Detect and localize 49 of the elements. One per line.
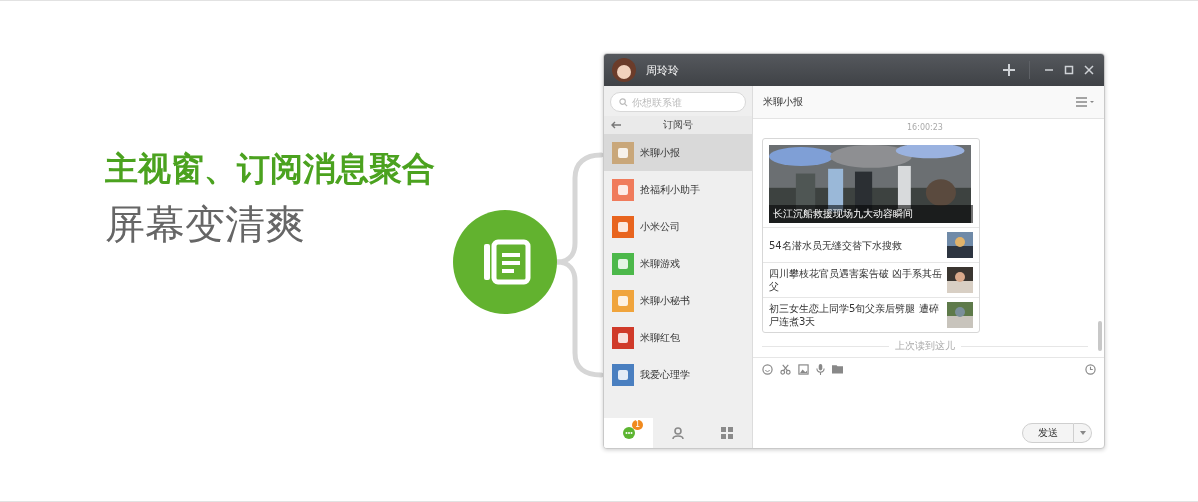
avatar-icon (612, 289, 634, 312)
microphone-icon[interactable] (816, 363, 825, 375)
chat-bubble-icon (622, 427, 635, 439)
chat-title: 米聊小报 (763, 95, 803, 109)
subscription-item[interactable]: 小米公司 (604, 208, 752, 245)
maximize-icon[interactable] (1064, 65, 1074, 75)
user-name: 周玲玲 (646, 62, 679, 78)
back-arrow-icon[interactable] (610, 121, 622, 129)
list-icon (453, 210, 557, 314)
avatar-icon (612, 252, 634, 275)
scrollbar-thumb[interactable] (1098, 321, 1102, 351)
avatar-icon[interactable] (612, 58, 636, 82)
scissors-icon[interactable] (780, 363, 791, 375)
subscription-item[interactable]: 抢福利小助手 (604, 171, 752, 208)
news-card[interactable]: 长江沉船救援现场九大动容瞬间 54名潜水员无缝交替下水搜救 四川攀枝花官员遇害案告破 凶手系其岳父 初三女生恋上同学5旬父亲后劈腿 遭碎尸连煮3天 (762, 138, 980, 333)
headline: 主视窗、订阅消息聚合 (105, 149, 436, 189)
avatar-icon (612, 141, 634, 164)
list-title: 订阅号 (662, 118, 694, 132)
subscription-item[interactable]: 米聊小秘书 (604, 282, 752, 319)
news-title[interactable]: 四川攀枝花官员遇害案告破 凶手系其岳父 (769, 267, 943, 293)
avatar-icon (612, 215, 634, 238)
subscription-item[interactable]: 我爱心理学 (604, 356, 752, 393)
news-title[interactable]: 54名潜水员无缝交替下水搜救 (769, 238, 943, 252)
menu-icon[interactable] (1076, 97, 1094, 107)
timestamp: 16:00:23 (906, 123, 944, 132)
search-field[interactable]: 你想联系谁 (610, 92, 746, 112)
grid-icon (721, 427, 734, 439)
avatar-icon (612, 178, 634, 201)
send-button[interactable]: 发送 (1022, 423, 1074, 443)
subscription-item[interactable]: 米聊游戏 (604, 245, 752, 282)
add-icon[interactable] (1003, 64, 1015, 76)
emoji-icon[interactable] (762, 363, 773, 375)
subscription-item[interactable]: 米聊小报 (604, 134, 752, 171)
clock-icon[interactable] (1085, 363, 1096, 375)
search-icon (619, 98, 628, 107)
avatar-icon (612, 363, 634, 386)
news-headline[interactable]: 长江沉船救援现场九大动容瞬间 (769, 205, 973, 223)
folder-icon[interactable] (832, 364, 843, 374)
close-icon[interactable] (1084, 65, 1094, 75)
person-icon (672, 427, 684, 439)
caret-icon (1079, 431, 1086, 435)
subscription-item[interactable]: 米聊红包 (604, 319, 752, 356)
send-options-button[interactable] (1074, 423, 1092, 443)
read-marker: 上次读到这儿 (895, 339, 955, 353)
avatar-icon (612, 326, 634, 349)
subheadline: 屏幕变清爽 (105, 201, 306, 247)
news-title[interactable]: 初三女生恋上同学5旬父亲后劈腿 遭碎尸连煮3天 (769, 302, 943, 328)
image-icon[interactable] (798, 363, 809, 375)
unread-badge: 1 (632, 420, 644, 430)
